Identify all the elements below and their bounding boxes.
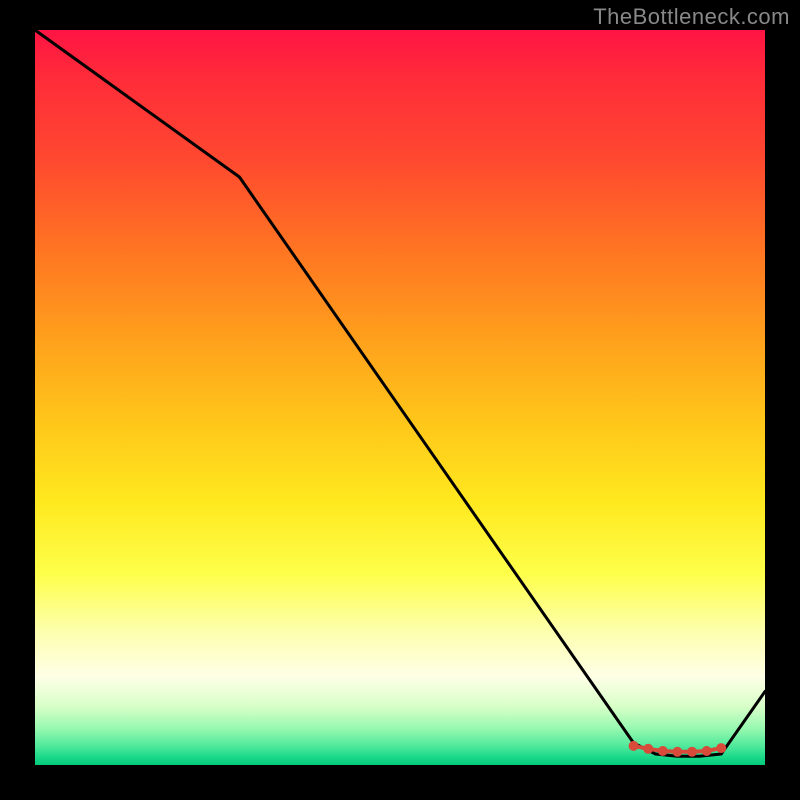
marker-dot xyxy=(658,746,668,756)
marker-dot xyxy=(672,747,682,757)
watermark-text: TheBottleneck.com xyxy=(593,4,790,30)
plot-area xyxy=(35,30,765,765)
curve-line xyxy=(35,30,765,756)
marker-dot xyxy=(643,744,653,754)
marker-dot xyxy=(629,741,639,751)
marker-dot xyxy=(716,743,726,753)
marker-dot xyxy=(687,747,697,757)
chart-svg xyxy=(35,30,765,765)
marker-dot xyxy=(702,746,712,756)
chart-frame: TheBottleneck.com xyxy=(0,0,800,800)
